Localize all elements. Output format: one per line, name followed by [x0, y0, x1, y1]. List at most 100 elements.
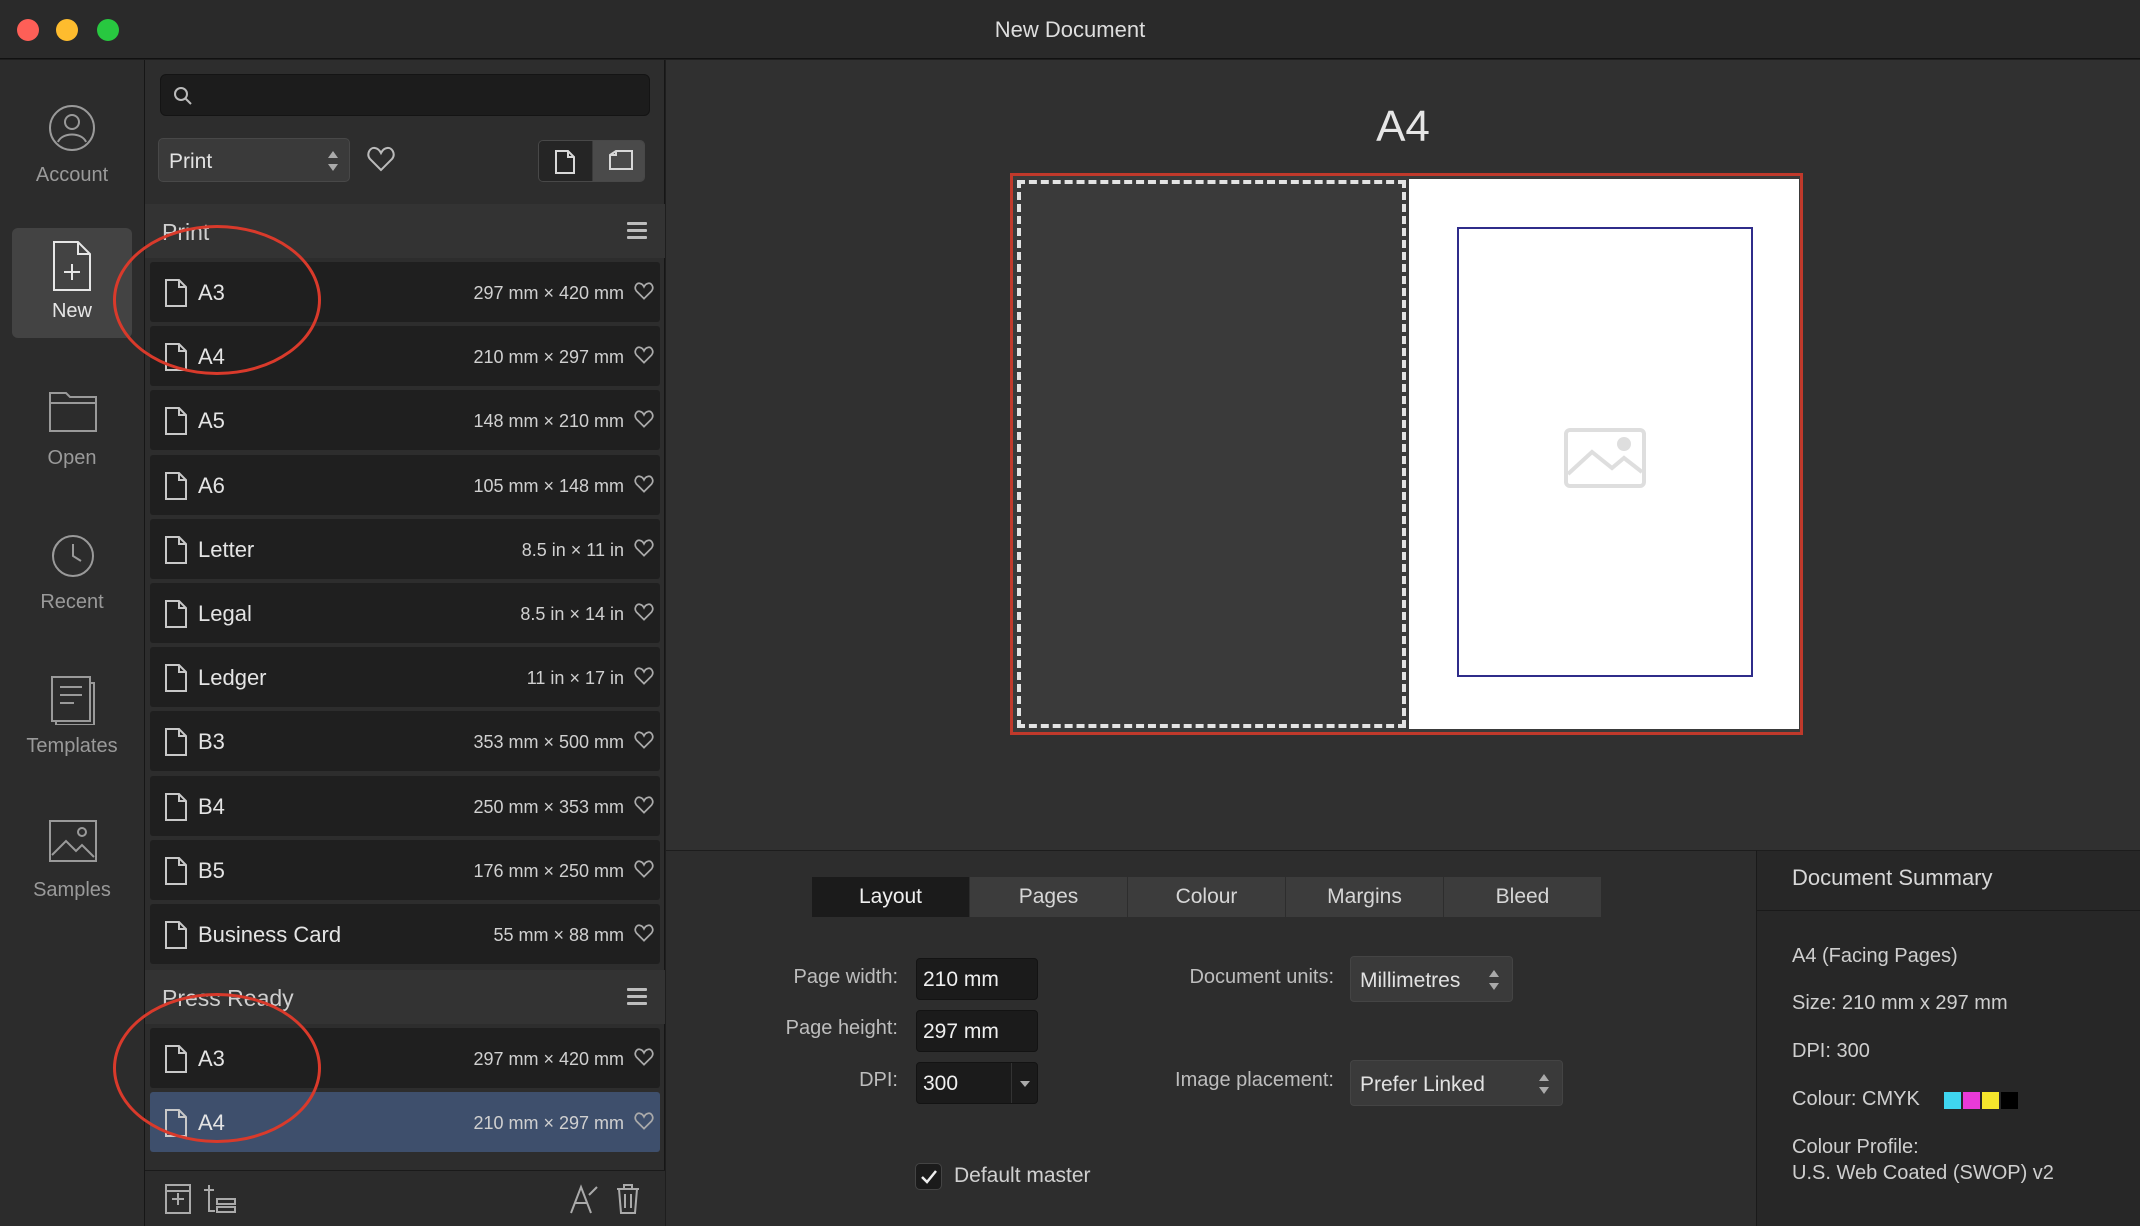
- preset-name: A4: [198, 1110, 225, 1135]
- rail-label: Recent: [40, 591, 104, 613]
- summary-profile: U.S. Web Coated (SWOP) v2: [1792, 1162, 2054, 1184]
- search-input[interactable]: [205, 81, 635, 111]
- preset-row[interactable]: A6 105 mm × 148 mm: [150, 454, 660, 515]
- rail-item-new[interactable]: New: [12, 228, 132, 338]
- page-icon: [165, 728, 187, 757]
- tab-pages[interactable]: Pages: [970, 877, 1127, 917]
- preset-name: Ledger: [198, 665, 267, 691]
- favorite-heart-icon[interactable]: [634, 796, 654, 814]
- page-spread-preview: [1010, 173, 1803, 735]
- page-height-field: [916, 1010, 1038, 1052]
- favorite-heart-icon[interactable]: [634, 603, 654, 621]
- image-placement-select[interactable]: Prefer Linked: [1350, 1060, 1563, 1106]
- page-height-input[interactable]: [923, 1018, 1023, 1046]
- select-arrows-icon: [1488, 969, 1500, 991]
- favorite-heart-icon[interactable]: [634, 924, 654, 942]
- preset-row[interactable]: B4 250 mm × 353 mm: [150, 775, 660, 836]
- page-icon: [165, 1045, 187, 1073]
- favorites-filter-icon[interactable]: [367, 146, 395, 172]
- preset-row[interactable]: A3 297 mm × 420 mm: [150, 262, 660, 322]
- favorite-heart-icon[interactable]: [634, 539, 654, 557]
- group-header-press-ready: Press Ready: [145, 970, 665, 1024]
- favorite-heart-icon[interactable]: [634, 410, 654, 429]
- rail-item-samples[interactable]: Samples: [12, 807, 132, 917]
- image-placement-label: Image placement:: [1175, 1069, 1334, 1091]
- preset-size: 8.5 in × 11 in: [521, 539, 624, 560]
- default-master-label: Default master: [954, 1164, 1091, 1187]
- default-master-checkbox[interactable]: [915, 1163, 942, 1190]
- add-preset-icon[interactable]: [164, 1183, 192, 1215]
- summary-title: Document Summary: [1792, 865, 1993, 890]
- rail-item-recent[interactable]: Recent: [12, 519, 132, 629]
- page-width-field: [916, 958, 1038, 1000]
- preset-panel: Print Print A3 297 mm × 420 mm A4 210 mm × …: [145, 60, 665, 1226]
- rail-item-account[interactable]: Account: [12, 92, 132, 202]
- dpi-dropdown-button[interactable]: [1011, 1063, 1037, 1103]
- dpi-label: DPI:: [859, 1069, 898, 1091]
- favorite-heart-icon[interactable]: [634, 1048, 654, 1066]
- tab-margins[interactable]: Margins: [1286, 877, 1443, 917]
- favorite-heart-icon[interactable]: [634, 731, 654, 750]
- landscape-page-icon: [609, 150, 633, 170]
- document-units-select[interactable]: Millimetres: [1350, 956, 1513, 1002]
- search-icon: [174, 87, 192, 105]
- add-category-icon[interactable]: [203, 1183, 237, 1215]
- preset-row[interactable]: B3 353 mm × 500 mm: [150, 711, 660, 772]
- page-icon: [165, 792, 187, 821]
- preset-size: 8.5 in × 14 in: [520, 604, 624, 624]
- cmyk-swatch-magenta: [1963, 1092, 1980, 1109]
- preset-row[interactable]: Ledger 11 in × 17 in: [150, 647, 660, 708]
- favorite-heart-icon[interactable]: [634, 282, 654, 300]
- page-height-label: Page height:: [785, 1017, 898, 1039]
- favorite-heart-icon[interactable]: [634, 1112, 654, 1130]
- facing-page-placeholder: [1017, 180, 1406, 728]
- preset-name: Business Card: [198, 922, 342, 947]
- rail-label: New: [51, 300, 92, 322]
- page-width-input[interactable]: [923, 966, 1023, 994]
- document-units-label: Document units:: [1189, 966, 1334, 988]
- rail-label: Open: [47, 447, 97, 469]
- portrait-button[interactable]: [539, 141, 592, 181]
- group-menu-icon[interactable]: [627, 988, 647, 1006]
- page-icon: [165, 407, 187, 436]
- page-icon: [165, 856, 187, 885]
- rail-item-open[interactable]: Open: [12, 375, 132, 485]
- margin-guide: [1457, 227, 1753, 677]
- preset-size: 176 mm × 250 mm: [473, 860, 624, 881]
- favorite-heart-icon[interactable]: [634, 860, 654, 878]
- preset-row[interactable]: A4 210 mm × 297 mm: [150, 326, 660, 387]
- checkmark-icon: [921, 1170, 937, 1184]
- summary-divider: [1757, 910, 2140, 911]
- favorite-heart-icon[interactable]: [634, 346, 654, 365]
- rail-label: Templates: [26, 735, 118, 757]
- group-menu-icon[interactable]: [627, 222, 647, 240]
- rename-preset-icon[interactable]: [569, 1183, 599, 1215]
- preset-row[interactable]: B5 176 mm × 250 mm: [150, 839, 660, 900]
- preset-row[interactable]: Legal 8.5 in × 14 in: [150, 583, 660, 643]
- preset-name: Letter: [198, 536, 255, 562]
- dpi-field: [916, 1062, 1038, 1104]
- category-select[interactable]: Print: [158, 138, 350, 182]
- preset-size: 148 mm × 210 mm: [473, 411, 624, 432]
- preset-row[interactable]: A4 210 mm × 297 mm: [150, 1092, 660, 1152]
- favorite-heart-icon[interactable]: [634, 475, 654, 493]
- rail-item-templates[interactable]: Templates: [12, 663, 132, 773]
- favorite-heart-icon[interactable]: [634, 667, 654, 686]
- summary-profile-label: Colour Profile:: [1792, 1136, 1919, 1158]
- dpi-input[interactable]: [923, 1070, 1003, 1098]
- panel-footer: [145, 1170, 665, 1226]
- preset-row[interactable]: Business Card 55 mm × 88 mm: [150, 904, 660, 964]
- preset-name: A4: [198, 344, 225, 370]
- preset-row[interactable]: Letter 8.5 in × 11 in: [150, 518, 660, 579]
- tab-bleed[interactable]: Bleed: [1444, 877, 1601, 917]
- landscape-button[interactable]: [593, 141, 644, 181]
- trash-icon[interactable]: [615, 1183, 641, 1215]
- tab-colour[interactable]: Colour: [1128, 877, 1285, 917]
- orientation-toggle: [538, 140, 645, 182]
- preset-row[interactable]: A3 297 mm × 420 mm: [150, 1028, 660, 1088]
- preset-row[interactable]: A5 148 mm × 210 mm: [150, 390, 660, 451]
- rail-label: Samples: [33, 879, 111, 901]
- tab-layout[interactable]: Layout: [812, 877, 969, 917]
- preset-name: A5: [198, 408, 225, 434]
- page-icon: [165, 921, 187, 949]
